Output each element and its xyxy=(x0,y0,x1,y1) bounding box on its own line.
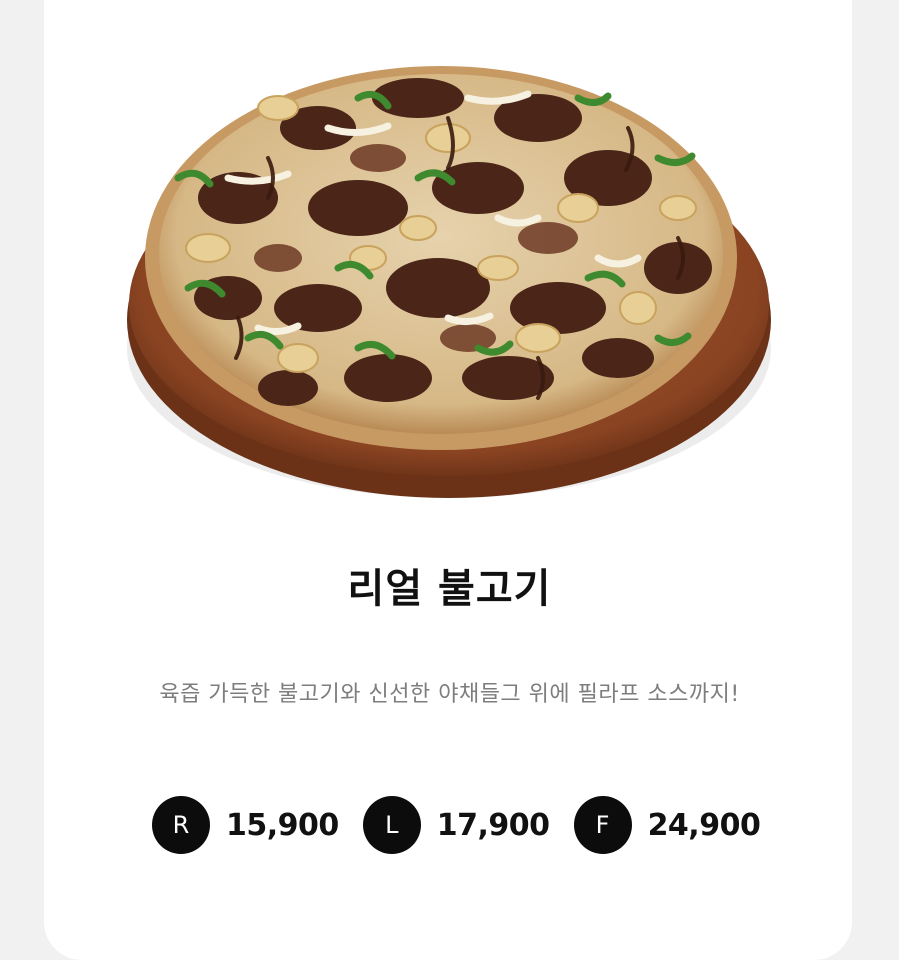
price-item-regular[interactable]: R 15,900 xyxy=(152,796,339,854)
price-family: 24,900 xyxy=(647,807,761,843)
size-badge-large[interactable]: L xyxy=(362,796,421,854)
product-description: 육즙 가득한 불고기와 신선한 야채들그 위에 필라프 소스까지! xyxy=(159,682,740,707)
pizza-image xyxy=(118,58,780,510)
price-large: 17,900 xyxy=(436,807,550,843)
size-badge-regular[interactable]: R xyxy=(152,796,210,854)
product-name: 리얼 불고기 xyxy=(347,566,552,612)
price-item-family[interactable]: F 24,900 xyxy=(573,796,761,854)
price-item-large[interactable]: L 17,900 xyxy=(362,796,550,854)
price-list: R 15,900 L 17,900 F 24,900 xyxy=(152,795,784,855)
price-regular: 15,900 xyxy=(226,807,339,843)
size-badge-family[interactable]: F xyxy=(573,796,632,854)
